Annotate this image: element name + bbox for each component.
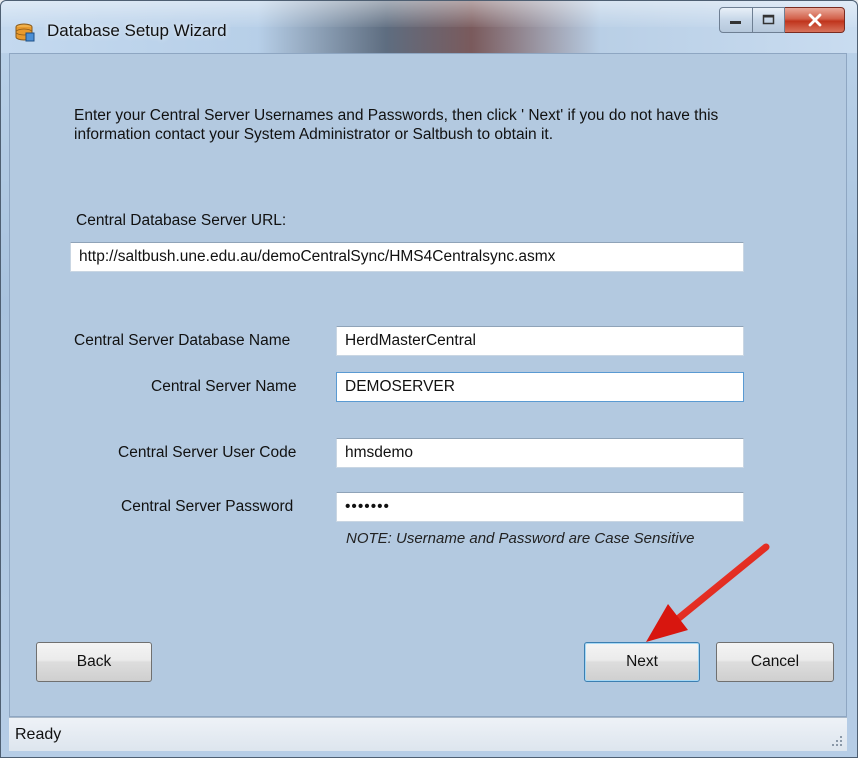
user-code-field[interactable] xyxy=(336,438,744,468)
close-icon xyxy=(808,13,821,27)
intro-text: Enter your Central Server Usernames and … xyxy=(74,107,719,143)
wizard-client-area: Enter your Central Server Usernames and … xyxy=(9,53,847,717)
password-label: Central Server Password xyxy=(121,498,294,515)
next-button[interactable]: Next xyxy=(584,642,700,682)
url-field[interactable] xyxy=(70,242,744,272)
minimize-icon xyxy=(730,21,741,24)
server-name-field[interactable] xyxy=(336,372,744,402)
password-field[interactable] xyxy=(336,492,744,522)
status-text: Ready xyxy=(15,726,62,743)
server-name-label: Central Server Name xyxy=(151,378,297,395)
db-name-label: Central Server Database Name xyxy=(74,332,291,349)
cancel-button[interactable]: Cancel xyxy=(716,642,834,682)
user-code-label: Central Server User Code xyxy=(118,444,297,461)
title-bar[interactable]: Database Setup Wizard xyxy=(1,1,857,53)
back-button[interactable]: Back xyxy=(36,642,152,682)
url-label: Central Database Server URL: xyxy=(76,212,287,229)
resize-grip-icon[interactable] xyxy=(831,735,843,747)
minimize-button[interactable] xyxy=(719,7,753,33)
caption-buttons xyxy=(719,7,845,35)
maximize-button[interactable] xyxy=(753,7,785,33)
db-name-field[interactable] xyxy=(336,326,744,356)
window-title: Database Setup Wizard xyxy=(47,21,227,40)
maximize-icon xyxy=(762,14,774,25)
wizard-window: Database Setup Wizard Enter your Central… xyxy=(0,0,858,758)
case-sensitive-note: NOTE: Username and Password are Case Sen… xyxy=(346,530,695,547)
status-bar: Ready xyxy=(9,717,847,751)
close-button[interactable] xyxy=(785,7,845,33)
database-setup-icon xyxy=(15,23,35,42)
